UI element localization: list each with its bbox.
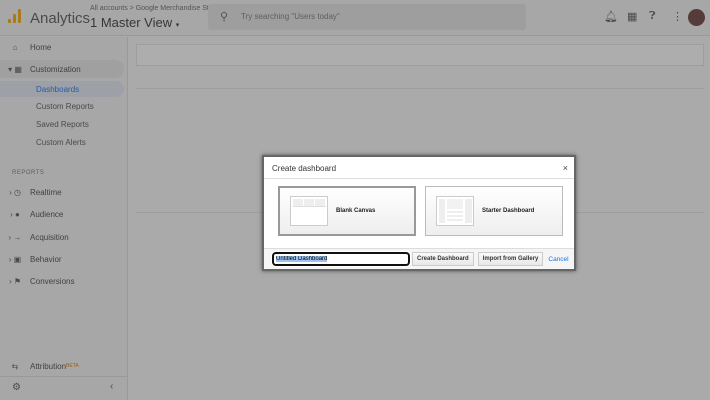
close-icon[interactable]: × [563,163,568,173]
dialog-title-bar: Create dashboard × [264,157,574,179]
cancel-link[interactable]: Cancel [548,256,568,263]
create-dashboard-dialog: Create dashboard × Blank Canvas Starter … [262,155,576,271]
blank-canvas-thumbnail [290,196,328,226]
dialog-footer: Create Dashboard Import from Gallery Can… [264,248,574,269]
create-dashboard-button[interactable]: Create Dashboard [412,252,474,266]
starter-dashboard-label: Starter Dashboard [482,208,535,214]
starter-dashboard-thumbnail [436,196,474,226]
dashboard-name-input[interactable] [271,251,411,267]
starter-dashboard-option[interactable]: Starter Dashboard [425,186,563,236]
import-from-gallery-button[interactable]: Import from Gallery [477,252,544,266]
dialog-title: Create dashboard [272,164,337,173]
blank-canvas-option[interactable]: Blank Canvas [278,186,416,236]
blank-canvas-label: Blank Canvas [336,208,376,214]
